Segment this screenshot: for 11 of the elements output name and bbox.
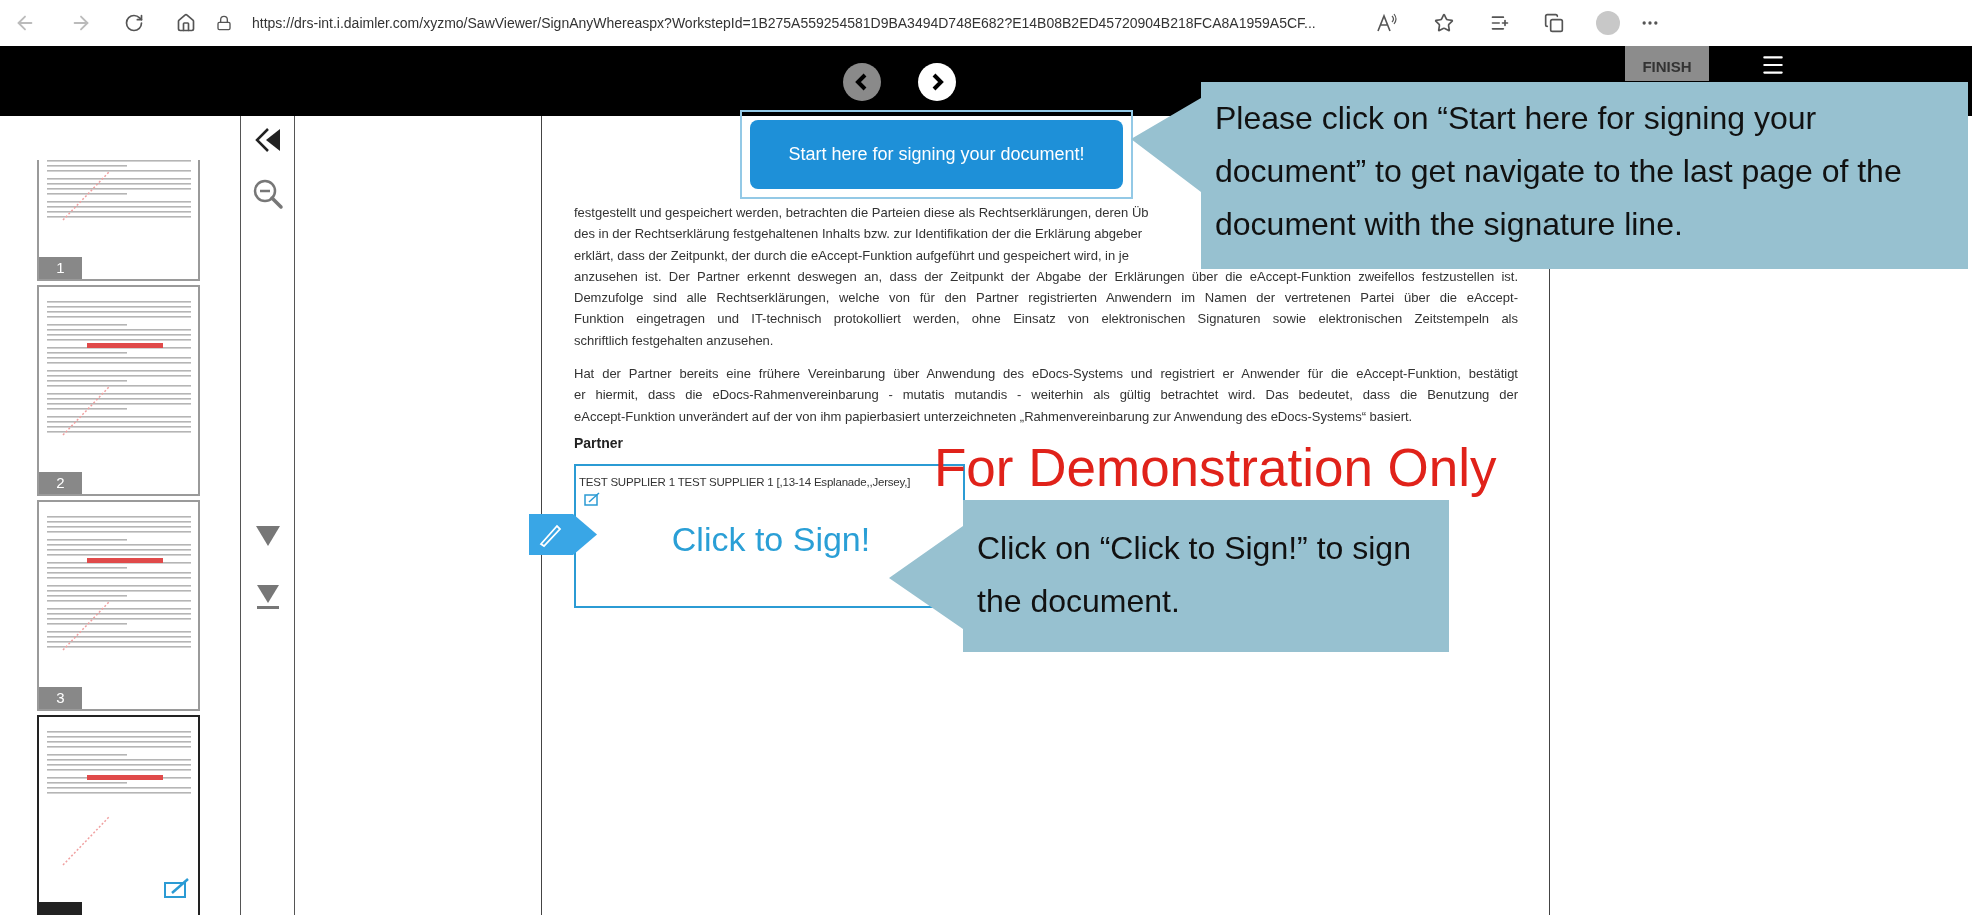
document-text-line: des in der Rechtserklärung festgehaltenen Inhalts bzw. zur Identifikation der die Erklärung abgeber: [574, 225, 1142, 244]
signer-name: TEST SUPPLIER 1 TEST SUPPLIER 1 [,13-14 Esplanade,,Jersey,]: [579, 475, 911, 491]
page-number-badge: 3: [39, 687, 82, 709]
document-text-line: erklärt, dass der Zeitpunkt, der durch die eAccept-Funktion aufgeführt und gespeichert wird, in je: [574, 246, 1129, 265]
page-number-badge: 2: [39, 472, 82, 494]
section-heading: Partner: [574, 433, 625, 453]
document-paragraph: Hat der Partner bereits eine frühere Vereinbarung über Anwendung des eDocs-Systems und registriert er Anwender für die eAccept-Funktion, bestätigt er hiermit, dass die eDocs-Rahmenvereinbarung - mutatis mutandis - weiterhin als gültig betrachtet wird. Das bedeutet, dass die Benutzung der eAccept-Funktion unverändert auf der von ihm papierbasiert unterzeichneten „Rahmenvereinbarung zur Anwendung des eDocs-Systems“ basiert.: [574, 365, 1518, 426]
page-number-badge: 1: [39, 257, 82, 279]
document-text-line: festgestellt und gespeichert werden, betrachten die Parteien diese als Rechtserklärungen, deren Üb: [574, 204, 1149, 222]
instruction-tooltip: Click on “Click to Sign!” to sign the document.: [889, 500, 1449, 652]
document-paragraph: anzusehen ist. Der Partner erkennt deswegen an, dass der Zeitpunkt der Abgabe der Erklärungen über die eAccept-Funktion zweifellos festzustellen ist. Demzufolge sind alle Rechtserklärungen, welche von für den Partner registrierten Anwendern im Namen der vertretenen Partei über die eAccept- Funktion eingetragen und IT-technisch protokolliert werden, ohne Einsatz von elektronischen Signaturen sowie elektronischen Zeitstempeln als schriftlich festgehalten anzusehen.: [574, 267, 1518, 350]
